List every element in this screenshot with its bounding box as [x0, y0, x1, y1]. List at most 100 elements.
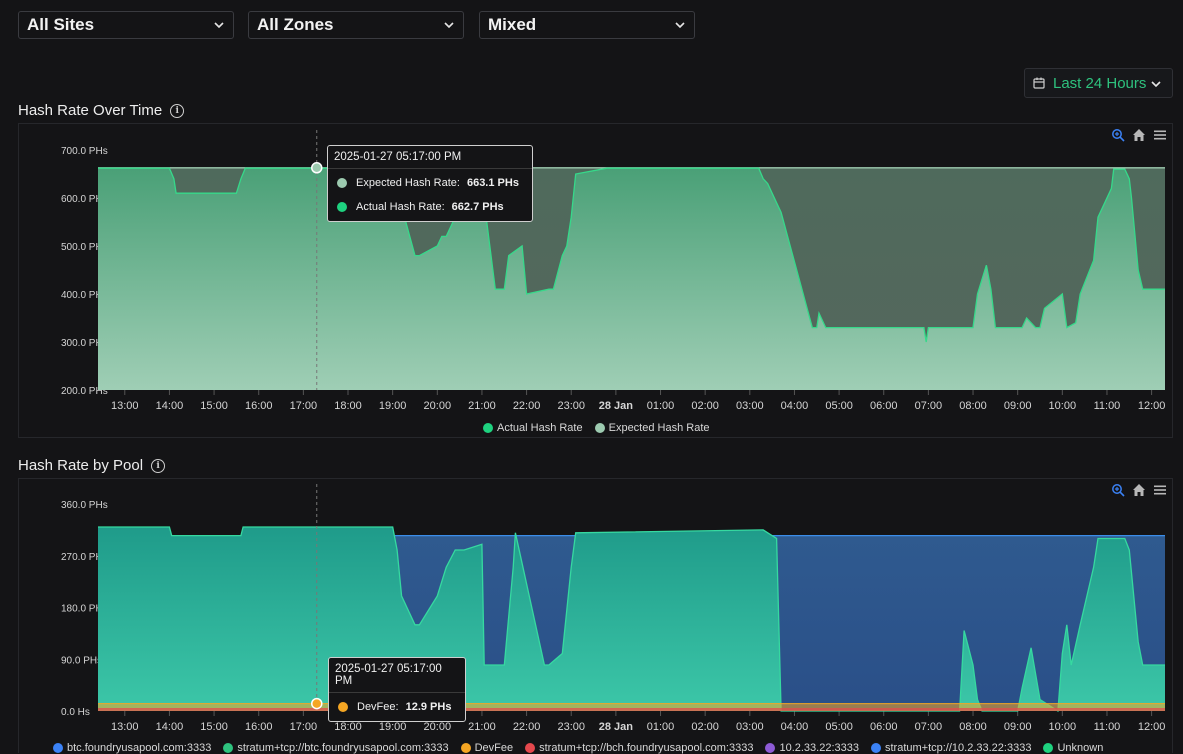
- actual-dot: [337, 202, 347, 212]
- hash-rate-over-time-chart: 700.0 PHs 600.0 PHs 500.0 PHs 400.0 PHs 300.…: [18, 123, 1173, 438]
- x-tick-label: 02:00: [691, 721, 719, 733]
- legend-swatch: [525, 743, 536, 753]
- x-tick-label: 16:00: [245, 400, 273, 412]
- hash-rate-over-time-title: Hash Rate Over Time i: [18, 102, 185, 119]
- legend-item-actual[interactable]: Actual Hash Rate: [483, 422, 583, 434]
- x-tick-label: 28 Jan: [599, 721, 634, 733]
- legend-swatch: [765, 743, 776, 753]
- tooltip-label: DevFee:: [357, 701, 399, 713]
- legend-swatch: [53, 743, 63, 753]
- legend-item[interactable]: Unknown: [1043, 742, 1103, 754]
- x-tick-label: 07:00: [915, 400, 943, 412]
- x-tick-label: 04:00: [781, 400, 809, 412]
- x-tick-label: 05:00: [825, 721, 853, 733]
- x-tick-label: 17:00: [290, 721, 318, 733]
- zone-select-value: All Zones: [257, 15, 334, 34]
- x-tick-label: 10:00: [1049, 721, 1077, 733]
- legend-swatch: [460, 743, 471, 753]
- time-range-select[interactable]: Last 24 Hours: [1024, 68, 1173, 98]
- site-select-value: All Sites: [27, 15, 95, 34]
- info-icon[interactable]: i: [151, 458, 166, 473]
- x-tick-label: 08:00: [959, 400, 987, 412]
- x-tick-label: 22:00: [513, 400, 541, 412]
- x-tick-label: 11:00: [1094, 400, 1121, 412]
- tooltip-time: 2025-01-27 05:17:00 PM: [329, 658, 465, 693]
- x-tick-label: 13:00: [111, 721, 139, 733]
- x-tick-label: 16:00: [245, 721, 273, 733]
- chart1-title-text: Hash Rate Over Time: [18, 102, 163, 119]
- chart2-svg: 360.0 PHs270.0 PHs180.0 PHs90.0 PHs0.0 H…: [61, 484, 1165, 733]
- tooltip-row-expected: Expected Hash Rate: 663.1 PHs: [328, 169, 532, 195]
- x-tick-label: 09:00: [1004, 721, 1032, 733]
- x-tick-label: 06:00: [870, 400, 898, 412]
- x-tick-label: 28 Jan: [599, 400, 634, 412]
- mode-select-value: Mixed: [488, 15, 537, 34]
- legend-item[interactable]: stratum+tcp://btc.foundryusapool.com:333…: [223, 742, 449, 754]
- calendar-icon: [1033, 77, 1045, 89]
- zone-select[interactable]: All Zones: [248, 11, 464, 39]
- hash-rate-by-pool-chart: 360.0 PHs 270.0 PHs 180.0 PHs 90.0 PHs 0.0 H…: [18, 478, 1173, 754]
- legend-label: DevFee: [474, 742, 514, 754]
- time-range-label: Last 24 Hours: [1053, 74, 1147, 92]
- y-tick-label: 90.0 PHs: [61, 655, 102, 666]
- chart2-tooltip: 2025-01-27 05:17:00 PM DevFee: 12.9 PHs: [328, 657, 466, 722]
- x-tick-label: 23:00: [557, 400, 585, 412]
- chevron-down-icon: [675, 22, 685, 29]
- x-tick-label: 07:00: [915, 721, 943, 733]
- x-tick-label: 22:00: [513, 721, 541, 733]
- chart2-legend: btc.foundryusapool.com:3333 stratum+tcp:/…: [53, 742, 1115, 754]
- menu-icon[interactable]: [1153, 483, 1167, 497]
- zoom-in-icon[interactable]: [1111, 128, 1125, 142]
- legend-item[interactable]: stratum+tcp://10.2.33.22:3333: [870, 742, 1032, 754]
- x-tick-label: 21:00: [468, 721, 496, 733]
- legend-label: stratum+tcp://bch.foundryusapool.com:333…: [539, 742, 754, 754]
- zoom-in-icon[interactable]: [1111, 483, 1125, 497]
- x-tick-label: 03:00: [736, 721, 764, 733]
- x-tick-label: 02:00: [691, 400, 719, 412]
- tooltip-row-devfee: DevFee: 12.9 PHs: [329, 693, 465, 721]
- legend-label: Expected Hash Rate: [608, 422, 710, 434]
- tooltip-time: 2025-01-27 05:17:00 PM: [328, 146, 532, 169]
- x-tick-label: 03:00: [736, 400, 764, 412]
- devfee-dot: [338, 702, 348, 712]
- tooltip-value: 663.1 PHs: [466, 177, 519, 189]
- chevron-down-icon: [214, 22, 224, 29]
- hover-marker: [311, 697, 323, 710]
- hover-marker: [311, 162, 323, 174]
- legend-swatch: [223, 743, 234, 753]
- legend-item[interactable]: DevFee: [460, 742, 514, 754]
- home-icon[interactable]: [1132, 483, 1146, 497]
- legend-label: Unknown: [1057, 742, 1104, 754]
- tooltip-value: 662.7 PHs: [451, 201, 504, 213]
- chart1-toolbar: [1111, 128, 1167, 142]
- x-tick-label: 21:00: [468, 400, 496, 412]
- chevron-down-icon: [444, 22, 454, 29]
- legend-item[interactable]: 10.2.33.22:3333: [765, 742, 859, 754]
- x-tick-label: 05:00: [825, 400, 853, 412]
- chart2-toolbar: [1111, 483, 1167, 497]
- legend-item[interactable]: btc.foundryusapool.com:3333: [53, 742, 211, 754]
- x-tick-label: 09:00: [1004, 400, 1032, 412]
- legend-swatch: [483, 423, 493, 433]
- home-icon[interactable]: [1132, 128, 1146, 142]
- x-tick-label: 12:00: [1138, 400, 1166, 412]
- x-tick-label: 10:00: [1049, 400, 1077, 412]
- info-icon[interactable]: i: [170, 103, 185, 118]
- x-tick-label: 17:00: [290, 400, 318, 412]
- tooltip-value: 12.9 PHs: [405, 701, 452, 713]
- mode-select[interactable]: Mixed: [479, 11, 695, 39]
- legend-item-expected[interactable]: Expected Hash Rate: [594, 422, 710, 434]
- y-tick-label: 700.0 PHs: [61, 146, 108, 157]
- site-select[interactable]: All Sites: [18, 11, 234, 39]
- chart1-tooltip: 2025-01-27 05:17:00 PM Expected Hash Rat…: [327, 145, 533, 222]
- chart1-svg: 700.0 PHs600.0 PHs500.0 PHs400.0 PHs300.…: [61, 130, 1166, 412]
- y-tick-label: 360.0 PHs: [61, 500, 108, 511]
- x-tick-label: 13:00: [111, 400, 139, 412]
- x-tick-label: 14:00: [156, 400, 184, 412]
- legend-label: stratum+tcp://10.2.33.22:3333: [884, 742, 1032, 754]
- chart1-legend: Actual Hash Rate Expected Hash Rate: [483, 422, 722, 434]
- legend-item[interactable]: stratum+tcp://bch.foundryusapool.com:333…: [525, 742, 753, 754]
- menu-icon[interactable]: [1153, 128, 1167, 142]
- x-tick-label: 14:00: [156, 721, 184, 733]
- legend-label: Actual Hash Rate: [497, 422, 583, 434]
